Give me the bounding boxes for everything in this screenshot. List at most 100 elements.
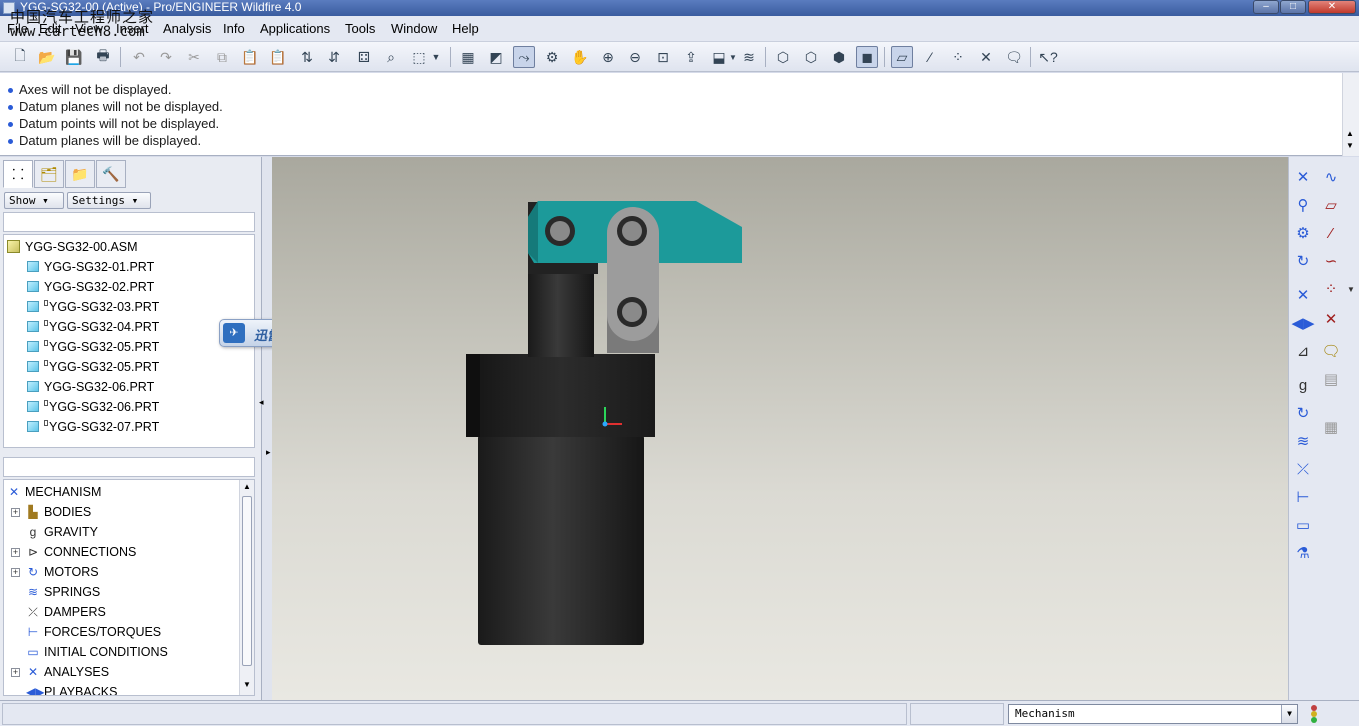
selection-filter-select[interactable]: Mechanism ▼ — [1008, 704, 1298, 724]
expand-right-icon[interactable]: ▸ — [266, 447, 271, 458]
mechanism-item-bodies[interactable]: ▙ BODIES — [26, 503, 91, 521]
layers-icon[interactable]: ≋ — [738, 46, 760, 68]
undo-icon[interactable]: ↶ — [128, 46, 150, 68]
shading-icon[interactable]: ◼ — [856, 46, 878, 68]
datum-planes-icon[interactable]: ▱ — [891, 46, 913, 68]
pan-hand-icon[interactable]: ✋ — [569, 46, 591, 68]
connections-icon[interactable]: ✕ — [1291, 283, 1315, 307]
mechanism-item-gravity[interactable]: g GRAVITY — [26, 523, 98, 541]
servo-motor-icon[interactable]: ◀▶ — [1291, 311, 1315, 335]
show-button[interactable]: Show ▾ — [4, 192, 64, 209]
gravity-icon[interactable]: g — [1291, 373, 1315, 397]
mechanism-item-analyses[interactable]: ✕ ANALYSES — [26, 663, 109, 681]
datum-plane-icon[interactable]: ▱ — [1319, 193, 1343, 217]
tree-item[interactable]: YGG-SG32-06.PRT — [27, 398, 159, 416]
settings-button[interactable]: Settings ▾ — [67, 192, 151, 209]
tab-folder-browser[interactable]: 🗂 — [34, 160, 64, 188]
save-icon[interactable]: 💾 — [63, 46, 85, 68]
mechanism-item-connections[interactable]: ⊳ CONNECTIONS — [26, 543, 136, 561]
menu-help[interactable]: Help — [452, 21, 479, 36]
annotation-icon[interactable]: 🗨 — [1319, 339, 1343, 363]
chevron-down-icon[interactable]: ▼ — [728, 46, 738, 68]
scroll-down-icon[interactable]: ▼ — [1346, 141, 1354, 150]
mechanism-item-forces[interactable]: ⊢ FORCES/TORQUES — [26, 623, 161, 641]
cut-icon[interactable]: ✂ — [183, 46, 205, 68]
drag-components-icon[interactable]: ⤳ — [513, 46, 535, 68]
scroll-up-icon[interactable]: ▲ — [1346, 129, 1354, 138]
paste-special-icon[interactable]: 📋 — [267, 46, 289, 68]
drag-icon[interactable]: ⚲ — [1291, 193, 1315, 217]
maximize-button[interactable]: □ — [1280, 0, 1306, 14]
menu-applications[interactable]: Applications — [260, 21, 330, 36]
mechanism-item-springs[interactable]: ≋ SPRINGS — [26, 583, 100, 601]
initial-condition-icon[interactable]: ▭ — [1291, 513, 1315, 537]
graphics-viewport[interactable] — [272, 157, 1288, 700]
tree-item[interactable]: YGG-SG32-02.PRT — [27, 278, 154, 296]
zoom-in-icon[interactable]: ⊕ — [597, 46, 619, 68]
tree-item[interactable]: YGG-SG32-05.PRT — [27, 338, 159, 356]
component-create-icon[interactable]: ◩ — [485, 46, 507, 68]
reorient-icon[interactable]: ⇪ — [680, 46, 702, 68]
tab-model-tree[interactable]: ⸬ — [3, 160, 33, 188]
refit-icon[interactable]: ⊡ — [652, 46, 674, 68]
tree-item[interactable]: YGG-SG32-07.PRT — [27, 418, 159, 436]
mechanism-tree-scrollbar[interactable]: ▲ ▼ — [239, 480, 254, 695]
scroll-up-icon[interactable]: ▲ — [243, 482, 251, 491]
scroll-thumb[interactable] — [242, 496, 252, 666]
message-scrollbar[interactable]: ▲ ▼ — [1342, 73, 1359, 156]
menu-analysis[interactable]: Analysis — [163, 21, 211, 36]
tree-item[interactable]: YGG-SG32-04.PRT — [27, 318, 159, 336]
motor-icon[interactable]: ↻ — [1291, 401, 1315, 425]
expand-connections-icon[interactable]: + — [11, 548, 20, 557]
copy-icon[interactable]: ⧉ — [211, 46, 233, 68]
close-button[interactable]: ✕ — [1308, 0, 1356, 14]
annotation-feature-icon[interactable]: ▤ — [1319, 367, 1343, 391]
panel-splitter[interactable]: ◂ ▸ — [259, 157, 272, 700]
saved-views-icon[interactable]: ⬓ — [708, 46, 730, 68]
datum-point-icon[interactable]: ⁘ — [1319, 277, 1343, 301]
find-icon[interactable]: ⌕ — [380, 46, 402, 68]
mechanism-item-initial-conditions[interactable]: ▭ INITIAL CONDITIONS — [26, 643, 168, 661]
mechanism-root[interactable]: ✕ MECHANISM — [7, 483, 101, 501]
new-file-icon[interactable]: 🗋 — [9, 46, 31, 68]
paste-icon[interactable]: 📋 — [239, 46, 261, 68]
print-icon[interactable]: 🖶 — [92, 46, 114, 68]
damper-icon[interactable]: ⤫ — [1291, 457, 1315, 481]
tab-favorites[interactable]: 📁 — [65, 160, 95, 188]
datum-axes-icon[interactable]: ⁄ — [919, 46, 941, 68]
scroll-down-icon[interactable]: ▼ — [243, 680, 251, 689]
cam-icon[interactable]: ↻ — [1291, 249, 1315, 273]
tree-item[interactable]: YGG-SG32-03.PRT — [27, 298, 159, 316]
measure-icon[interactable]: ⊿ — [1291, 339, 1315, 363]
coordinate-system-icon[interactable]: ✕ — [1319, 307, 1343, 331]
mechanism-item-motors[interactable]: ↻ MOTORS — [26, 563, 99, 581]
analysis-icon[interactable]: ⚗ — [1291, 541, 1315, 565]
chevron-down-icon[interactable]: ▼ — [430, 46, 442, 68]
mechanism-connections-icon[interactable]: ⚙ — [541, 46, 563, 68]
tree-item[interactable]: YGG-SG32-01.PRT — [27, 258, 154, 276]
force-torque-icon[interactable]: ⊢ — [1291, 485, 1315, 509]
expand-analyses-icon[interactable]: + — [11, 668, 20, 677]
menu-window[interactable]: Window — [391, 21, 437, 36]
collapse-left-icon[interactable]: ◂ — [259, 397, 264, 408]
tree-item[interactable]: YGG-SG32-06.PRT — [27, 378, 154, 396]
regenerate-icon[interactable]: ⇅ — [296, 46, 318, 68]
open-file-icon[interactable]: 📂 — [36, 46, 58, 68]
datum-curve-icon[interactable]: ∽ — [1319, 249, 1343, 273]
datum-axis-icon[interactable]: ⁄ — [1319, 221, 1343, 245]
expand-bodies-icon[interactable]: + — [11, 508, 20, 517]
wireframe-icon[interactable]: ⬡ — [772, 46, 794, 68]
tree-item[interactable]: YGG-SG32-05.PRT — [27, 358, 159, 376]
menu-info[interactable]: Info — [223, 21, 245, 36]
tree-root[interactable]: YGG-SG32-00.ASM — [7, 238, 138, 256]
mechanism-icon[interactable]: ✕ — [1291, 165, 1315, 189]
context-help-icon[interactable]: ↖? — [1037, 46, 1059, 68]
menu-tools[interactable]: Tools — [345, 21, 375, 36]
selection-box-icon[interactable]: ⬚ — [408, 46, 430, 68]
chevron-down-icon[interactable]: ▼ — [1345, 277, 1357, 301]
tab-connections[interactable]: 🔨 — [96, 160, 126, 188]
minimize-button[interactable]: – — [1253, 0, 1279, 14]
mechanism-item-playbacks[interactable]: ◀▶PLAYBACKS — [26, 683, 117, 695]
mechanism-item-dampers[interactable]: ⤫ DAMPERS — [26, 603, 106, 621]
component-display-icon[interactable]: ▦ — [457, 46, 479, 68]
